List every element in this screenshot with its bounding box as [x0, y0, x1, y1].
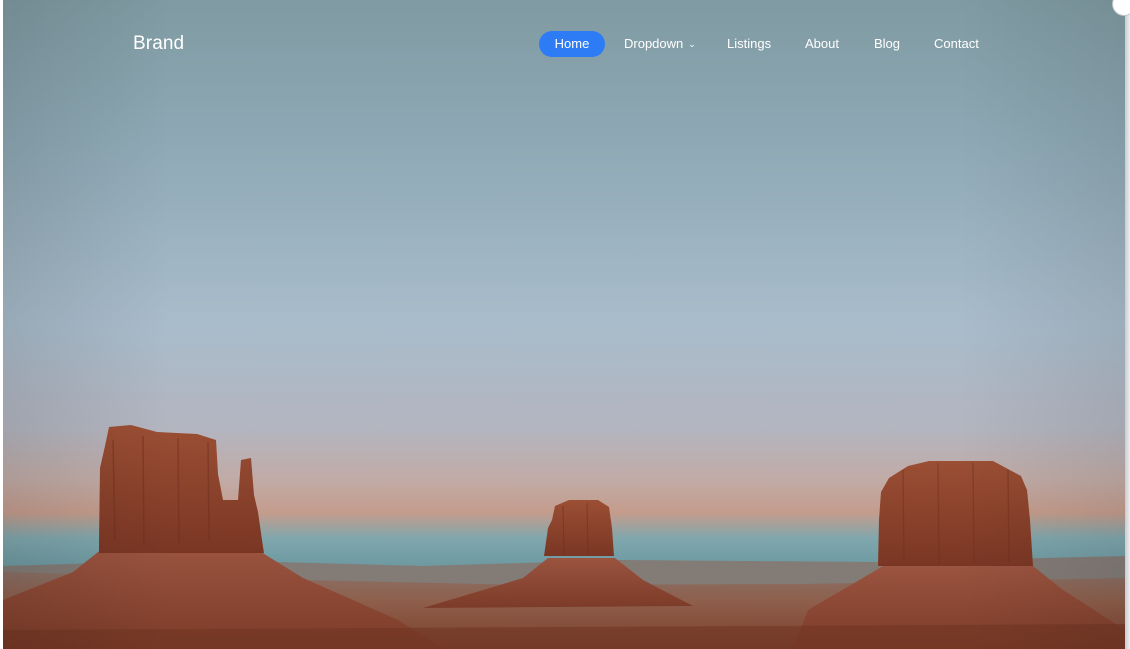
navbar: Brand Home Dropdown ⌄ Listings About Blog…	[0, 0, 1130, 88]
nav-dropdown-label: Dropdown	[624, 36, 684, 51]
nav-dropdown[interactable]: Dropdown ⌄	[624, 31, 696, 57]
nav-contact[interactable]: Contact	[934, 31, 979, 57]
nav-blog[interactable]: Blog	[874, 31, 900, 57]
hero-background-image	[3, 0, 1125, 649]
nav-about[interactable]: About	[805, 31, 839, 57]
nav-listings[interactable]: Listings	[727, 31, 771, 57]
window-right-edge	[1125, 0, 1130, 649]
nav-home[interactable]: Home	[539, 31, 605, 57]
hero-landscape	[3, 0, 1125, 649]
window-left-edge	[0, 0, 3, 649]
chevron-down-icon: ⌄	[688, 39, 696, 49]
brand-logo[interactable]: Brand	[133, 33, 184, 55]
page: Brand Home Dropdown ⌄ Listings About Blog…	[0, 0, 1130, 649]
